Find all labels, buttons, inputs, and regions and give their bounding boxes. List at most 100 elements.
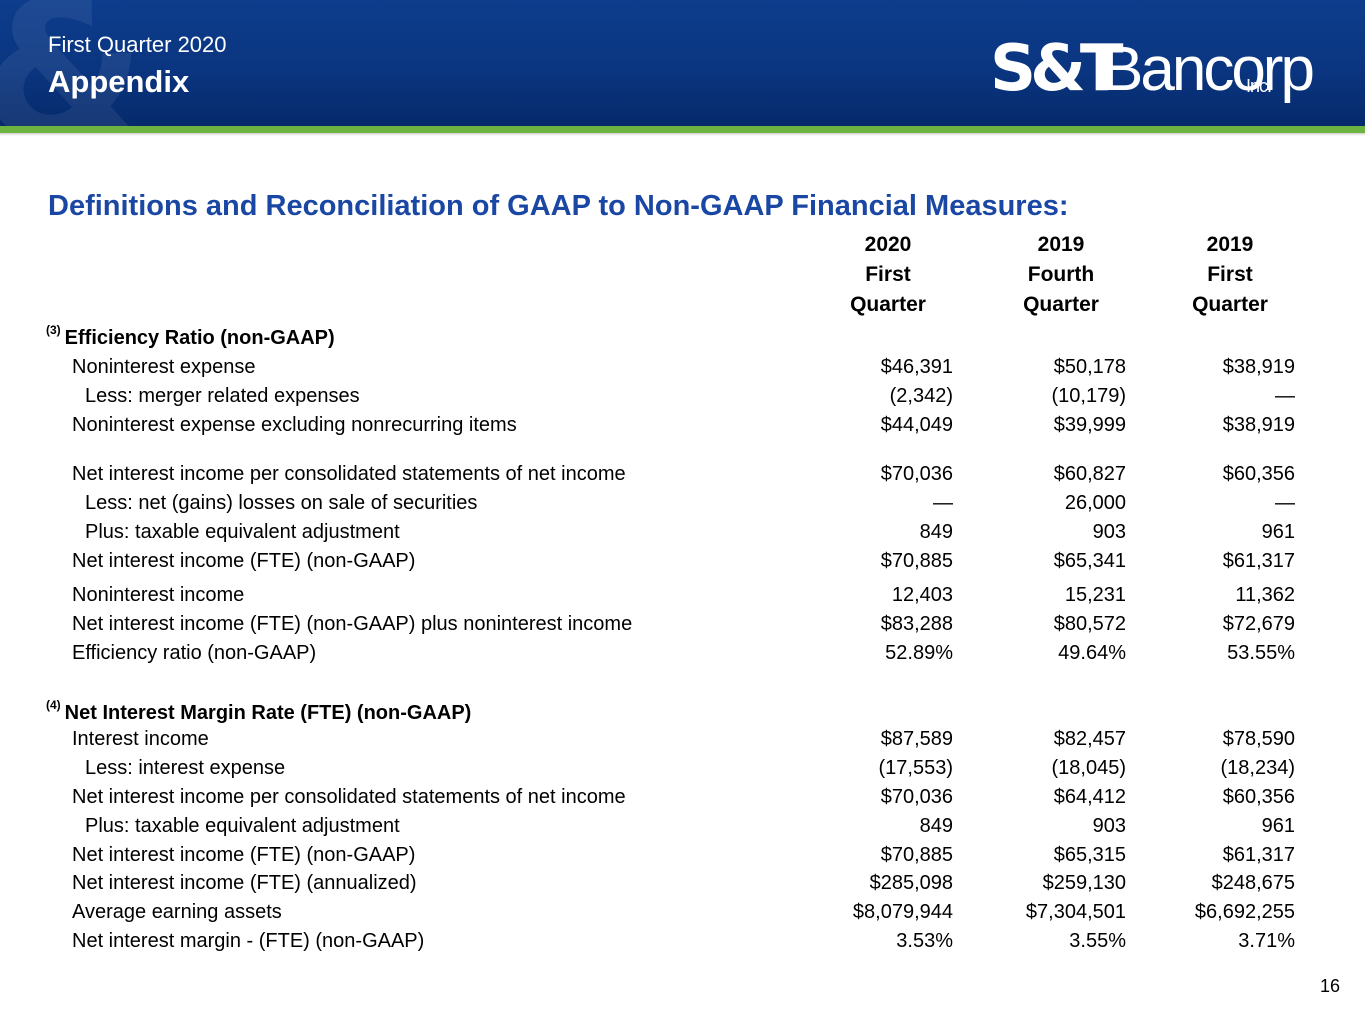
row-value-col3: 961 [1261,521,1295,543]
section-title: Definitions and Reconciliation of GAAP t… [48,190,1069,222]
row-value-col2: 903 [1092,521,1126,543]
row-value-col2: $64,412 [1053,786,1126,808]
row-value-col2: 15,231 [1064,584,1126,606]
divider [0,133,1365,136]
column-header-2: 2019 Fourth Quarter [976,230,1146,320]
table-row: Noninterest expense excluding nonrecurri… [0,411,1365,439]
section-label: Net Interest Margin Rate (FTE) (non-GAAP… [64,702,472,724]
row-label: Interest income [72,728,209,750]
column-year: 2019 [1206,233,1254,256]
row-label: Net interest income (FTE) (non-GAAP) [72,844,416,866]
table-row: Less: merger related expenses (2,342) (10,… [0,382,1365,410]
row-value-col2: 49.64% [1058,642,1126,664]
row-value-col1: $8,079,944 [852,901,953,923]
column-unit: Quarter [1023,293,1099,316]
column-header-3: 2019 First Quarter [1145,230,1315,320]
table-row: Net interest income (FTE) (non-GAAP) $70,… [0,841,1365,869]
row-label: Noninterest expense excluding nonrecurri… [72,414,517,436]
watermark-logo: & [0,0,146,126]
column-year: 2020 [864,233,912,256]
page-title: Appendix [48,64,190,99]
row-value-col1: $87,589 [880,728,953,750]
row-label: Plus: taxable equivalent adjustment [85,521,400,543]
row-value-col3: — [1275,492,1295,514]
table-row: Net interest income per consolidated sta… [0,783,1365,811]
row-value-col2: $60,827 [1053,463,1126,485]
column-year: 2019 [1037,233,1085,256]
row-label: Noninterest income [72,584,245,606]
table-row: Noninterest expense $46,391 $50,178 $38,919 [0,353,1365,381]
table-row: Net interest margin - (FTE) (non-GAAP) 3.… [0,927,1365,955]
row-value-col3: $60,356 [1222,786,1295,808]
row-value-col2: $65,315 [1053,844,1126,866]
table-row: Less: net (gains) losses on sale of secu… [0,489,1365,517]
row-value-col1: (17,553) [878,757,954,779]
row-value-col2: 3.55% [1069,930,1126,952]
company-logo: S&T Bancorp Inc. [990,28,1315,108]
row-label: Net interest income per consolidated sta… [72,786,626,808]
row-value-col3: $72,679 [1222,613,1295,635]
table-row: Net interest income (FTE) (non-GAAP) $70,… [0,547,1365,575]
row-value-col2: $50,178 [1053,356,1126,378]
efficiency-section-title: (3) Efficiency Ratio (non-GAAP) [46,323,335,350]
row-value-col1: $285,098 [869,872,953,894]
logo-mark: S&T [990,32,1124,106]
footnote-marker: (4) [46,698,61,712]
row-value-col1: 52.89% [885,642,953,664]
row-value-col1: 12,403 [891,584,953,606]
row-label: Average earning assets [72,901,282,923]
row-value-col1: $70,036 [880,463,953,485]
row-value-col3: 961 [1261,815,1295,837]
row-value-col1: $83,288 [880,613,953,635]
column-unit: Quarter [1192,293,1268,316]
accent-bar [0,126,1365,133]
row-label: Net interest income per consolidated sta… [72,463,626,485]
table-row: Less: interest expense (17,553) (18,045) (1… [0,754,1365,782]
row-label: Efficiency ratio (non-GAAP) [72,642,317,664]
column-header-1: 2020 First Quarter [803,230,973,320]
row-value-col1: $70,036 [880,786,953,808]
row-label: Less: interest expense [85,757,286,779]
table-row: Plus: taxable equivalent adjustment 849 90… [0,812,1365,840]
row-value-col1: 849 [919,521,953,543]
column-unit: Quarter [850,293,926,316]
column-period: First [865,263,911,286]
row-value-col1: $44,049 [880,414,953,436]
row-value-col2: $7,304,501 [1025,901,1126,923]
row-value-col2: $39,999 [1053,414,1126,436]
row-value-col3: (18,234) [1220,757,1296,779]
row-value-col2: $259,130 [1042,872,1126,894]
row-value-col2: $82,457 [1053,728,1126,750]
page-subtitle: First Quarter 2020 [48,32,227,57]
row-value-col2: 26,000 [1064,492,1126,514]
page-number: 16 [1319,976,1340,996]
row-value-col3: — [1275,385,1295,407]
table-row: Plus: taxable equivalent adjustment 849 90… [0,518,1365,546]
column-period: First [1207,263,1253,286]
row-value-col2: (18,045) [1051,757,1127,779]
row-value-col1: 3.53% [896,930,953,952]
nim-section-title: (4) Net Interest Margin Rate (FTE) (non-G… [46,698,471,725]
row-value-col1: $46,391 [880,356,953,378]
table-row: Average earning assets $8,079,944 $7,304,5… [0,898,1365,926]
row-value-col2: $80,572 [1053,613,1126,635]
row-value-col1: — [933,492,953,514]
table-row: Interest income $87,589 $82,457 $78,590 [0,725,1365,753]
row-value-col3: $248,675 [1211,872,1295,894]
row-label: Net interest income (FTE) (non-GAAP) plu… [72,613,633,635]
row-value-col2: 903 [1092,815,1126,837]
logo-suffix: Inc. [1246,76,1272,96]
row-value-col1: (2,342) [889,385,953,407]
section-label: Efficiency Ratio (non-GAAP) [64,327,335,349]
column-period: Fourth [1027,263,1095,286]
row-value-col1: $70,885 [880,550,953,572]
row-value-col3: $78,590 [1222,728,1295,750]
table-row: Efficiency ratio (non-GAAP) 52.89% 49.64% 5… [0,639,1365,667]
row-value-col3: $38,919 [1222,356,1295,378]
table-row: Net interest income (FTE) (annualized) $2… [0,869,1365,897]
row-value-col2: $65,341 [1053,550,1126,572]
row-value-col3: 3.71% [1238,930,1295,952]
row-value-col3: $38,919 [1222,414,1295,436]
table-row: Net interest income (FTE) (non-GAAP) plu… [0,610,1365,638]
row-label: Net interest margin - (FTE) (non-GAAP) [72,930,425,952]
